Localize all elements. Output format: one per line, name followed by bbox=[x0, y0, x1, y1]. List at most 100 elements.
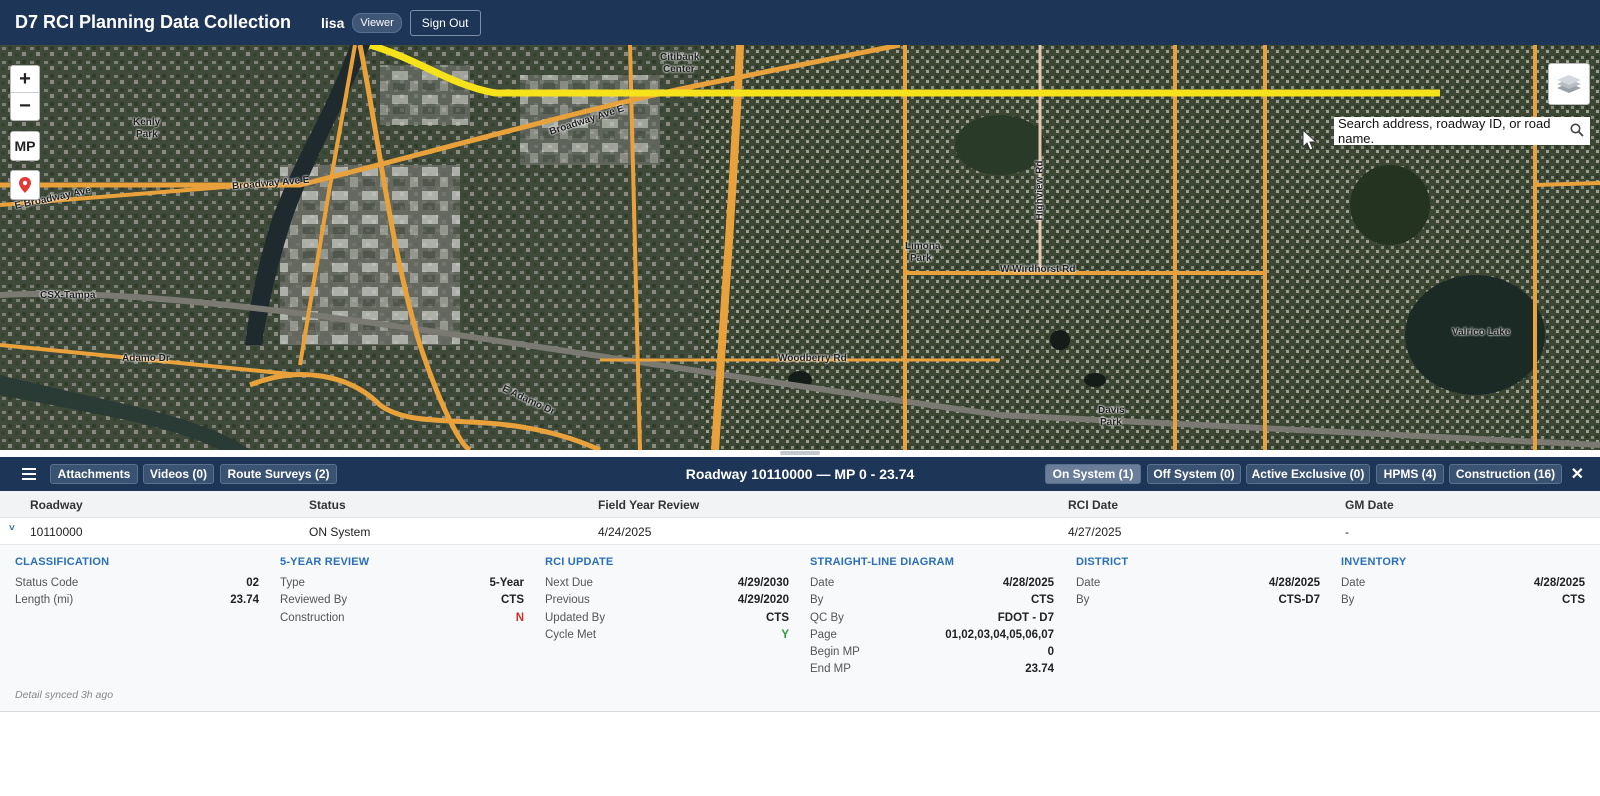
flag-value: Y bbox=[781, 628, 789, 641]
panel-resize-handle[interactable] bbox=[780, 451, 820, 455]
zoom-out-button[interactable]: − bbox=[11, 93, 39, 120]
five-year-review-section: 5-YEAR REVIEW Type 5-Year Reviewed By CTS … bbox=[280, 556, 524, 627]
field-label: Begin MP bbox=[810, 646, 860, 659]
section-title: CLASSIFICATION bbox=[15, 556, 110, 568]
field-value: 23.74 bbox=[1025, 663, 1054, 676]
location-pin-button[interactable] bbox=[10, 170, 40, 200]
table-cell: - bbox=[1345, 525, 1349, 539]
field-label: By bbox=[1076, 594, 1090, 607]
active-exclusive-button[interactable]: Active Exclusive (0) bbox=[1246, 464, 1370, 484]
field-value: CTS bbox=[1562, 594, 1585, 607]
app-header: D7 RCI Planning Data Collection lisa Vie… bbox=[0, 0, 1600, 45]
field-value: FDOT - D7 bbox=[997, 611, 1054, 624]
field-label: Page bbox=[810, 628, 837, 641]
milepost-button[interactable]: MP bbox=[10, 131, 40, 161]
table-row[interactable]: ˅ 10110000 ON System 4/24/2025 4/27/2025… bbox=[0, 518, 1600, 545]
field-label: Cycle Met bbox=[545, 628, 597, 641]
map-label: Limona bbox=[905, 241, 941, 252]
sync-status: Detail synced 3h ago bbox=[15, 689, 114, 701]
section-title: INVENTORY bbox=[1341, 556, 1407, 568]
map-label: Citibank bbox=[660, 52, 700, 63]
map-label: Park bbox=[910, 253, 932, 264]
map-label: Highview Rd bbox=[1034, 160, 1046, 221]
section-title: DISTRICT bbox=[1076, 556, 1129, 568]
table-header: Roadway Status Field Year Review RCI Dat… bbox=[0, 491, 1600, 518]
map-label: Park bbox=[1100, 417, 1122, 428]
map-label: Park bbox=[136, 129, 158, 140]
chevron-down-icon[interactable]: ˅ bbox=[9, 523, 15, 534]
table-cell: 4/27/2025 bbox=[1068, 525, 1122, 539]
column-header[interactable]: Roadway bbox=[30, 498, 83, 512]
rci-update-section: RCI UPDATE Next Due 4/29/2030 Previous 4/2… bbox=[545, 556, 789, 644]
field-value: CTS bbox=[501, 594, 524, 607]
username: lisa bbox=[321, 14, 345, 31]
field-label: QC By bbox=[810, 611, 844, 624]
sign-out-button[interactable]: Sign Out bbox=[409, 9, 481, 36]
field-value: 0 bbox=[1047, 646, 1054, 659]
layers-icon bbox=[1557, 75, 1581, 93]
field-value: 4/28/2025 bbox=[1268, 577, 1320, 589]
column-header[interactable]: GM Date bbox=[1345, 498, 1394, 512]
menu-icon[interactable] bbox=[22, 468, 36, 480]
satellite-map bbox=[0, 45, 1600, 450]
section-title: 5-YEAR REVIEW bbox=[280, 556, 370, 568]
map-label: Adamo Dr bbox=[122, 353, 170, 364]
map-label: Kenly bbox=[133, 117, 161, 128]
section-title: RCI UPDATE bbox=[545, 556, 614, 568]
app-title: D7 RCI Planning Data Collection bbox=[15, 12, 292, 32]
field-value: CTS-D7 bbox=[1278, 594, 1320, 607]
field-value: 4/28/2025 bbox=[1002, 577, 1054, 589]
field-label: Previous bbox=[545, 594, 590, 607]
field-value: 5-Year bbox=[489, 577, 524, 589]
field-value: 23.74 bbox=[230, 594, 259, 607]
straight-line-diagram-section: STRAIGHT-LINE DIAGRAM Date 4/28/2025 By CT… bbox=[810, 556, 1054, 679]
zoom-control: + − bbox=[10, 65, 40, 121]
role-badge: Viewer bbox=[352, 12, 402, 33]
field-value: 4/29/2030 bbox=[737, 577, 789, 589]
layers-button[interactable] bbox=[1548, 63, 1590, 105]
close-icon[interactable]: ✕ bbox=[1571, 464, 1584, 484]
field-label: By bbox=[810, 594, 824, 607]
field-value: CTS bbox=[1031, 594, 1054, 607]
field-label: Type bbox=[280, 577, 305, 589]
column-header[interactable]: Field Year Review bbox=[598, 498, 699, 512]
field-label: Updated By bbox=[545, 611, 606, 624]
field-value: 02 bbox=[246, 577, 259, 589]
field-label: Status Code bbox=[15, 577, 79, 589]
route-surveys-button[interactable]: Route Surveys (2) bbox=[220, 464, 337, 484]
field-value: CTS bbox=[766, 611, 789, 624]
attachments-button[interactable]: Attachments bbox=[50, 464, 138, 484]
field-label: Reviewed By bbox=[280, 594, 348, 607]
map-label: CSX-Tampa bbox=[40, 290, 96, 301]
videos-button[interactable]: Videos (0) bbox=[143, 464, 214, 484]
map-pin-icon bbox=[19, 177, 31, 193]
table-cell: ON System bbox=[309, 525, 371, 539]
field-label: Date bbox=[1076, 577, 1101, 589]
search-icon[interactable] bbox=[1570, 123, 1584, 137]
field-label: Length (mi) bbox=[15, 594, 74, 607]
construction-button[interactable]: Construction (16) bbox=[1449, 464, 1562, 484]
classification-section: CLASSIFICATION Status Code 02 Length (mi)… bbox=[15, 556, 259, 610]
table-cell: 10110000 bbox=[30, 525, 83, 539]
hpms-button[interactable]: HPMS (4) bbox=[1376, 464, 1444, 484]
off-system-button[interactable]: Off System (0) bbox=[1147, 464, 1241, 484]
table-cell: 4/24/2025 bbox=[598, 525, 652, 539]
zoom-in-button[interactable]: + bbox=[11, 66, 39, 93]
field-value: 4/28/2025 bbox=[1533, 577, 1585, 589]
panel-toolbar: Attachments Videos (0) Route Surveys (2)… bbox=[0, 457, 1600, 491]
map-label: Valrico Lake bbox=[1452, 327, 1511, 338]
field-label: Date bbox=[1341, 577, 1366, 589]
map-label: Center bbox=[663, 64, 695, 75]
section-title: STRAIGHT-LINE DIAGRAM bbox=[810, 556, 955, 568]
column-header[interactable]: RCI Date bbox=[1068, 498, 1118, 512]
map-view[interactable]: Citibank Center Kenly Park Broadway Ave … bbox=[0, 45, 1600, 450]
mouse-cursor-icon bbox=[1302, 129, 1318, 151]
inventory-section: INVENTORY Date 4/28/2025 By CTS bbox=[1341, 556, 1585, 610]
map-label: Woodberry Rd bbox=[778, 353, 847, 364]
field-label: End MP bbox=[810, 663, 851, 676]
field-value: 01,02,03,04,05,06,07 bbox=[945, 628, 1054, 641]
on-system-button[interactable]: On System (1) bbox=[1045, 464, 1141, 484]
column-header[interactable]: Status bbox=[309, 498, 346, 512]
detail-panel: CLASSIFICATION Status Code 02 Length (mi)… bbox=[0, 545, 1600, 712]
map-search-input[interactable]: Search address, roadway ID, or road name… bbox=[1334, 116, 1590, 146]
